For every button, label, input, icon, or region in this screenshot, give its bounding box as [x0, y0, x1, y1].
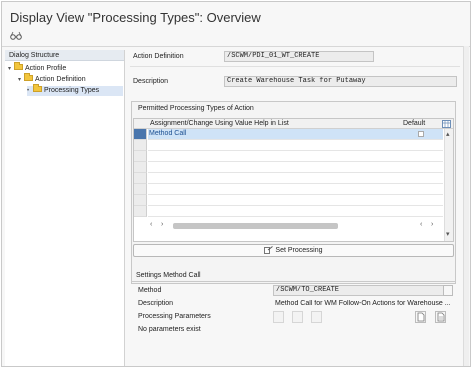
method-field[interactable]: /SCWM/TO_CREATE — [273, 285, 452, 296]
window-title: Display View "Processing Types": Overvie… — [10, 10, 261, 25]
tree-item-label: Action Definition — [35, 76, 86, 83]
folder-icon — [33, 84, 42, 93]
action-definition-label: Action Definition — [133, 53, 184, 60]
row-divider — [130, 66, 460, 67]
processing-parameters-label: Processing Parameters — [138, 313, 211, 320]
scroll-up-icon[interactable]: ▴ — [446, 130, 450, 138]
document-details-icon[interactable] — [435, 311, 446, 323]
document-icon[interactable] — [415, 311, 426, 323]
scroll-down-icon[interactable]: ▾ — [446, 230, 450, 238]
parameter-delete-icon[interactable] — [311, 311, 322, 323]
row-selector[interactable] — [134, 206, 147, 217]
no-parameters-text: No parameters exist — [138, 326, 201, 333]
copy-icon[interactable] — [443, 285, 453, 296]
tree-item-action-profile[interactable]: ▾ Action Profile — [8, 62, 67, 74]
table-header: Assignment/Change Using Value Help in Li… — [134, 119, 453, 129]
default-checkbox[interactable] — [418, 131, 424, 137]
folder-icon — [14, 62, 23, 71]
table-row[interactable] — [148, 206, 443, 217]
table-settings-icon[interactable] — [442, 120, 451, 128]
toolbar — [2, 28, 470, 45]
table-row[interactable] — [148, 151, 443, 162]
table-row[interactable] — [148, 140, 443, 151]
scroll-right-icon[interactable]: › — [161, 221, 163, 228]
column-header-default[interactable]: Default — [403, 120, 425, 127]
table-row[interactable]: Method Call — [148, 129, 443, 140]
row-selector[interactable] — [134, 173, 147, 184]
row-selector[interactable] — [134, 129, 147, 140]
method-description-label: Description — [138, 300, 174, 307]
settings-title: Settings Method Call — [136, 272, 201, 279]
method-label: Method — [138, 287, 162, 294]
parameter-add-icon[interactable] — [292, 311, 303, 323]
glasses-icon[interactable] — [10, 30, 22, 41]
dialog-structure-panel: Dialog Structure ▾ Action Profile ▾ Action… — [5, 50, 125, 366]
set-processing-button[interactable]: Set Processing — [133, 244, 454, 257]
permitted-types-title: Permitted Processing Types of Action — [138, 105, 254, 112]
tree-item-action-definition[interactable]: ▾ Action Definition — [18, 73, 86, 85]
detail-vertical-scrollbar[interactable] — [463, 46, 469, 366]
folder-icon — [24, 73, 33, 82]
set-processing-icon — [264, 246, 274, 255]
row-selector[interactable] — [134, 195, 147, 206]
scroll-right-icon[interactable]: › — [431, 221, 433, 228]
detail-panel: Action Definition /SCWM/PDI_01_WT_CREATE… — [130, 46, 470, 366]
action-definition-field[interactable]: /SCWM/PDI_01_WT_CREATE — [224, 51, 374, 62]
dialog-structure-header: Dialog Structure — [5, 50, 124, 61]
window-frame: Display View "Processing Types": Overvie… — [1, 1, 471, 367]
permitted-types-table: Assignment/Change Using Value Help in Li… — [133, 118, 454, 242]
scroll-left-icon[interactable]: ‹ — [420, 221, 422, 228]
set-processing-label: Set Processing — [275, 247, 323, 254]
method-description-value: Method Call for WM Follow-On Actions for… — [275, 300, 451, 307]
table-row[interactable] — [148, 184, 443, 195]
horizontal-scrollbar-thumb[interactable] — [173, 223, 338, 229]
table-vertical-scrollbar[interactable]: ▴ ▾ — [444, 129, 453, 241]
table-row[interactable] — [148, 173, 443, 184]
description-label: Description — [133, 78, 169, 85]
tree-item-processing-types[interactable]: • Processing Types — [27, 84, 123, 96]
tree-item-label: Processing Types — [44, 87, 100, 94]
row-selector[interactable] — [134, 184, 147, 195]
table-row[interactable] — [148, 162, 443, 173]
row-selector[interactable] — [134, 140, 147, 151]
tree-item-label: Action Profile — [25, 65, 67, 72]
scroll-left-icon[interactable]: ‹ — [150, 221, 152, 228]
settings-divider — [131, 281, 456, 282]
row-selector[interactable] — [134, 151, 147, 162]
permitted-types-group: Permitted Processing Types of Action Ass… — [131, 101, 456, 284]
description-field[interactable]: Create Warehouse Task for Putaway — [224, 76, 457, 87]
row-selector[interactable] — [134, 162, 147, 173]
assignment-cell[interactable]: Method Call — [149, 130, 186, 137]
column-header-assignment[interactable]: Assignment/Change Using Value Help in Li… — [150, 120, 289, 127]
table-row[interactable] — [148, 195, 443, 206]
parameter-edit-icon[interactable] — [273, 311, 284, 323]
